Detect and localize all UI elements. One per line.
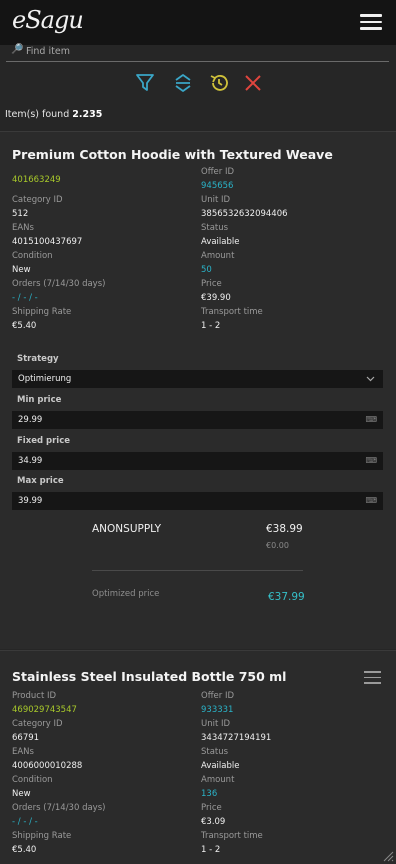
transport-time-value: 1 - 2 <box>201 845 221 855</box>
keyboard-icon: ⌨ <box>365 456 377 465</box>
eans-label: EANs <box>12 223 34 233</box>
item-title[interactable]: Premium Cotton Hoodie with Textured Weav… <box>12 147 333 162</box>
category-id-value: 66791 <box>12 733 40 743</box>
price-label: Price <box>201 279 222 289</box>
menu-line <box>364 676 381 679</box>
condition-value: New <box>12 265 31 275</box>
product-id-value[interactable]: 401663249 <box>12 175 61 185</box>
max-price-input[interactable]: 39.99 ⌨ <box>12 492 383 510</box>
item-title[interactable]: Stainless Steel Insulated Bottle 750 ml <box>12 669 286 684</box>
amount-value[interactable]: 136 <box>201 789 217 799</box>
keyboard-icon: ⌨ <box>365 496 377 505</box>
eans-value: 4006000010288 <box>12 761 83 771</box>
fixed-price-input[interactable]: 34.99 ⌨ <box>12 452 383 470</box>
min-price-label: Min price <box>17 395 62 405</box>
transport-time-label: Transport time <box>201 307 263 317</box>
category-id-label: Category ID <box>12 719 63 729</box>
hamburger-line <box>360 20 382 24</box>
offer-id-label: Offer ID <box>201 691 235 701</box>
offer-id-value[interactable]: 945656 <box>201 181 233 191</box>
status-label: Status <box>201 223 229 233</box>
item-menu-button[interactable] <box>364 671 381 685</box>
condition-label: Condition <box>12 775 53 785</box>
category-id-label: Category ID <box>12 195 63 205</box>
hamburger-line <box>360 27 382 30</box>
amount-label: Amount <box>201 775 235 785</box>
resize-handle-icon[interactable] <box>382 850 394 862</box>
hamburger-icon <box>360 14 382 17</box>
max-price-label: Max price <box>17 476 64 486</box>
price-label: Price <box>201 803 222 813</box>
competitor-name: ANONSUPPLY <box>92 523 162 535</box>
strategy-label: Strategy <box>17 354 59 364</box>
category-id-value: 512 <box>12 209 29 219</box>
condition-label: Condition <box>12 251 53 261</box>
amount-label: Amount <box>201 251 235 261</box>
eans-value: 4015100437697 <box>12 237 83 247</box>
clear-button[interactable] <box>242 72 264 94</box>
unit-id-label: Unit ID <box>201 195 231 205</box>
top-bar: eSagu <box>0 0 396 45</box>
keyboard-icon: ⌨ <box>365 415 377 424</box>
orders-value[interactable]: - / - / - <box>12 293 38 303</box>
close-icon <box>245 75 261 91</box>
results-label: Item(s) found <box>5 109 70 120</box>
amount-value[interactable]: 50 <box>201 265 212 275</box>
menu-icon <box>364 671 381 673</box>
fixed-price-label: Fixed price <box>17 436 71 446</box>
unit-id-value: 3434727194191 <box>201 733 272 743</box>
item-card[interactable]: Premium Cotton Hoodie with Textured Weav… <box>0 131 396 649</box>
shipping-rate-label: Shipping Rate <box>12 307 72 317</box>
offer-id-value[interactable]: 933331 <box>201 705 233 715</box>
filter-icon <box>136 74 154 91</box>
history-button[interactable] <box>208 72 230 94</box>
status-label: Status <box>201 747 229 757</box>
status-value: Available <box>201 237 240 247</box>
unit-id-label: Unit ID <box>201 719 231 729</box>
shipping-rate-value: €5.40 <box>12 321 37 331</box>
competitor-price: €38.99 <box>266 523 303 535</box>
divider <box>92 570 303 571</box>
filter-button[interactable] <box>134 72 156 94</box>
strategy-select[interactable]: Optimierung <box>12 370 383 388</box>
search-input[interactable] <box>26 44 376 58</box>
transport-time-label: Transport time <box>201 831 263 841</box>
toolbar <box>0 72 396 94</box>
sort-icon <box>175 74 191 92</box>
orders-label: Orders (7/14/30 days) <box>12 279 106 289</box>
price-value: €39.90 <box>201 293 231 303</box>
price-value: €3.09 <box>201 817 226 827</box>
fixed-price-value: 34.99 <box>18 456 43 466</box>
main-menu-button[interactable] <box>360 14 382 30</box>
transport-time-value: 1 - 2 <box>201 321 221 331</box>
search-bar: 🔎 <box>6 44 389 62</box>
offer-id-label: Offer ID <box>201 167 235 177</box>
min-price-input[interactable]: 29.99 ⌨ <box>12 411 383 429</box>
history-icon <box>210 75 228 91</box>
item-card[interactable]: Stainless Steel Insulated Bottle 750 ml … <box>0 650 396 864</box>
results-count: Item(s) found 2.235 <box>5 109 102 120</box>
orders-value[interactable]: - / - / - <box>12 817 38 827</box>
search-icon: 🔎 <box>11 44 24 55</box>
chevron-down-icon <box>366 376 375 382</box>
competitor-shipping: €0.00 <box>266 541 289 550</box>
sort-button[interactable] <box>172 72 194 94</box>
orders-label: Orders (7/14/30 days) <box>12 803 106 813</box>
product-id-value[interactable]: 469029743547 <box>12 705 77 715</box>
min-price-value: 29.99 <box>18 415 43 425</box>
shipping-rate-value: €5.40 <box>12 845 37 855</box>
condition-value: New <box>12 789 31 799</box>
results-number: 2.235 <box>72 109 103 120</box>
eans-label: EANs <box>12 747 34 757</box>
shipping-rate-label: Shipping Rate <box>12 831 72 841</box>
product-id-label: Product ID <box>12 691 57 701</box>
status-value: Available <box>201 761 240 771</box>
unit-id-value: 3856532632094406 <box>201 209 288 219</box>
strategy-value: Optimierung <box>18 374 72 384</box>
app-logo[interactable]: eSagu <box>12 6 84 34</box>
menu-line <box>364 682 381 684</box>
max-price-value: 39.99 <box>18 496 43 506</box>
optimized-price-value: €37.99 <box>268 591 305 603</box>
optimized-price-label: Optimized price <box>92 589 160 599</box>
